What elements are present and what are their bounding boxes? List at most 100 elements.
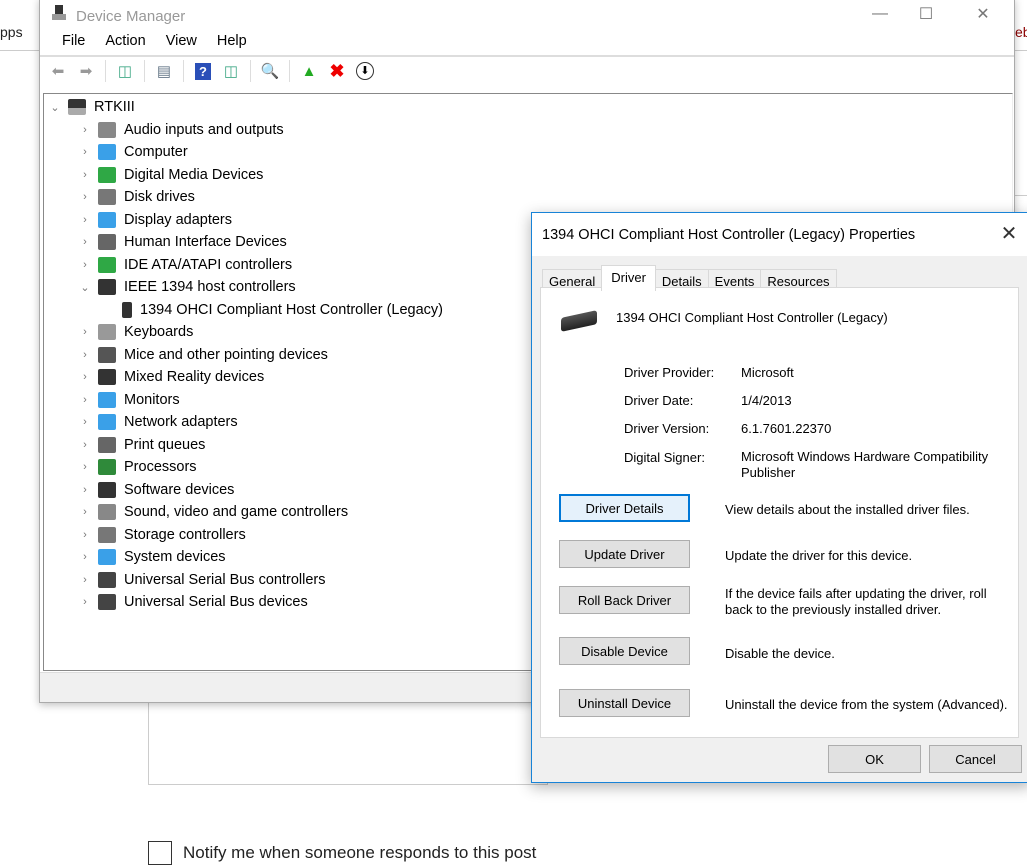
chevron-right-icon[interactable]: › (78, 124, 92, 136)
driver-tab-panel: 1394 OHCI Compliant Host Controller (Leg… (540, 287, 1019, 738)
tree-category-label: Human Interface Devices (124, 234, 287, 250)
tree-category[interactable]: › Computer (78, 141, 188, 163)
tree-category[interactable]: › IDE ATA/ATAPI controllers (78, 254, 292, 276)
device-manager-app-icon (52, 5, 66, 21)
tree-category[interactable]: › Storage controllers (78, 524, 246, 546)
menu-action[interactable]: Action (95, 33, 155, 49)
tree-category[interactable]: › Sound, video and game controllers (78, 501, 348, 523)
notify-checkbox[interactable] (148, 841, 172, 865)
ok-button[interactable]: OK (828, 745, 921, 773)
uninstall-icon[interactable]: ✖ (325, 60, 349, 82)
tree-category-label: Audio inputs and outputs (124, 121, 284, 138)
tree-category-label: Computer (124, 144, 188, 160)
chevron-right-icon[interactable]: › (78, 529, 92, 541)
tree-category-label: Universal Serial Bus devices (124, 594, 308, 610)
update-driver-icon[interactable]: ▲ (297, 60, 321, 82)
chevron-right-icon[interactable]: › (78, 551, 92, 563)
tree-device-label: 1394 OHCI Compliant Host Controller (Leg… (140, 301, 444, 318)
chevron-down-icon[interactable]: ⌄ (78, 281, 92, 294)
roll-back-driver-button[interactable]: Roll Back Driver (559, 586, 690, 614)
disable-icon[interactable]: ⬇ (353, 60, 377, 82)
maximize-button[interactable]: ☐ (903, 0, 949, 29)
driver-provider-label: Driver Provider: (624, 365, 715, 380)
chevron-right-icon[interactable]: › (78, 574, 92, 586)
forward-icon[interactable]: ➡ (74, 60, 98, 82)
tree-category[interactable]: › Software devices (78, 479, 234, 501)
menu-bar: File Action View Help (52, 33, 257, 49)
chevron-right-icon[interactable]: › (78, 394, 92, 406)
tree-category-label: Display adapters (124, 211, 232, 228)
tree-category-label: Mice and other pointing devices (124, 346, 328, 363)
menu-help[interactable]: Help (207, 33, 257, 49)
chevron-down-icon[interactable]: ⌄ (48, 101, 62, 114)
disk-icon (98, 189, 116, 205)
chevron-right-icon[interactable]: › (78, 596, 92, 608)
action-pane-icon[interactable]: ◫ (219, 60, 243, 82)
usb-icon (98, 571, 116, 588)
chevron-right-icon[interactable]: › (78, 416, 92, 428)
tree-category[interactable]: › Universal Serial Bus devices (78, 591, 308, 613)
tab-driver[interactable]: Driver (601, 265, 656, 291)
chevron-right-icon[interactable]: › (78, 371, 92, 383)
tree-category[interactable]: › Mice and other pointing devices (78, 344, 328, 366)
cancel-button[interactable]: Cancel (929, 745, 1022, 773)
chevron-right-icon[interactable]: › (78, 169, 92, 181)
tree-category[interactable]: › Processors (78, 456, 197, 478)
tree-category[interactable]: › Network adapters (78, 411, 238, 433)
update-driver-description: Update the driver for this device. (725, 548, 913, 563)
uninstall-device-button[interactable]: Uninstall Device (559, 689, 690, 717)
properties-dialog: 1394 OHCI Compliant Host Controller (Leg… (531, 212, 1027, 783)
divider (1015, 195, 1027, 196)
chevron-right-icon[interactable]: › (78, 191, 92, 203)
chevron-right-icon[interactable]: › (78, 326, 92, 338)
tree-root[interactable]: ⌄ RTKIII (48, 96, 135, 118)
show-hide-console-tree-icon[interactable]: ◫ (113, 60, 137, 82)
tree-category[interactable]: › Audio inputs and outputs (78, 119, 284, 141)
tree-category[interactable]: › Monitors (78, 389, 180, 411)
tree-category[interactable]: ⌄ IEEE 1394 host controllers (78, 276, 296, 298)
chevron-right-icon[interactable]: › (78, 506, 92, 518)
chevron-right-icon[interactable]: › (78, 236, 92, 248)
tree-category[interactable]: › Display adapters (78, 209, 232, 231)
close-button[interactable]: ✕ (960, 0, 1006, 29)
menu-view[interactable]: View (156, 33, 207, 49)
tree-category[interactable]: › Human Interface Devices (78, 231, 287, 253)
chevron-right-icon[interactable]: › (78, 214, 92, 226)
disable-device-button[interactable]: Disable Device (559, 637, 690, 665)
back-icon[interactable]: ⬅ (46, 60, 70, 82)
help-icon[interactable]: ? (191, 60, 215, 82)
minimize-button[interactable]: — (857, 0, 903, 29)
tree-category[interactable]: › Print queues (78, 434, 205, 456)
driver-details-description: View details about the installed driver … (725, 502, 970, 517)
tree-category-label: Storage controllers (124, 526, 246, 543)
tree-category[interactable]: › Universal Serial Bus controllers (78, 569, 325, 591)
chevron-right-icon[interactable]: › (78, 259, 92, 271)
driver-details-button[interactable]: Driver Details (559, 494, 690, 522)
chevron-right-icon[interactable]: › (78, 484, 92, 496)
update-driver-button[interactable]: Update Driver (559, 540, 690, 568)
software-device-icon (98, 481, 116, 498)
media-device-icon (98, 166, 116, 183)
tree-category-label: Software devices (124, 481, 235, 498)
tree-category[interactable]: › Mixed Reality devices (78, 366, 264, 388)
chevron-right-icon[interactable]: › (78, 146, 92, 158)
menu-file[interactable]: File (52, 33, 95, 49)
tree-device[interactable]: 1394 OHCI Compliant Host Controller (Leg… (116, 299, 443, 321)
driver-date-label: Driver Date: (624, 393, 694, 408)
usb-icon (98, 594, 116, 610)
chevron-right-icon[interactable]: › (78, 349, 92, 361)
tree-category[interactable]: › System devices (78, 546, 226, 568)
tree-category[interactable]: › Digital Media Devices (78, 164, 263, 186)
tree-category[interactable]: › Keyboards (78, 321, 193, 343)
tree-category-label: Monitors (124, 391, 180, 408)
dialog-close-button[interactable]: ✕ (994, 221, 1024, 249)
hid-icon (98, 234, 116, 250)
tree-category[interactable]: › Disk drives (78, 186, 195, 208)
chevron-right-icon[interactable]: › (78, 461, 92, 473)
mouse-icon (98, 346, 116, 363)
chevron-right-icon[interactable]: › (78, 439, 92, 451)
display-adapter-icon (98, 211, 116, 228)
scan-hardware-icon[interactable]: 🔍 (258, 60, 282, 82)
properties-icon[interactable]: ▤ (152, 60, 176, 82)
network-icon (98, 414, 116, 430)
